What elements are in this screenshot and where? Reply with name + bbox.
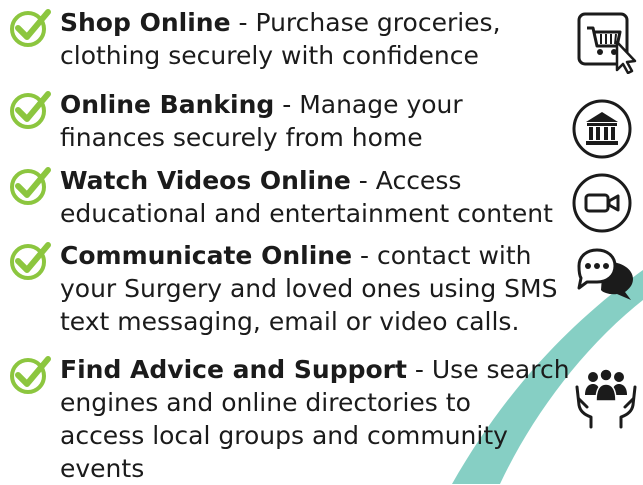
item-desc-line: Manage your (299, 90, 463, 119)
bank-icon (572, 99, 632, 159)
item-desc-line: clothing securely with confidence (60, 41, 479, 70)
check-icon (10, 91, 51, 129)
item-text: Shop Online - Purchase groceries, clothi… (60, 8, 501, 70)
chat-bubbles-icon (577, 248, 633, 300)
item-text: Watch Videos Online - Access educational… (60, 166, 553, 228)
item-title: Shop Online (60, 8, 231, 37)
item-text: Communicate Online - contact with your S… (60, 241, 558, 336)
check-icon (10, 242, 51, 280)
item-desc-line: educational and entertainment content (60, 199, 553, 228)
shopping-cart-icon (577, 12, 637, 74)
item-desc-line: Purchase groceries, (255, 8, 501, 37)
video-camera-icon (572, 173, 632, 233)
item-title: Communicate Online (60, 241, 353, 270)
item-desc-line: events (60, 454, 145, 483)
item-text: Find Advice and Support - Use search eng… (60, 355, 570, 483)
check-icon (10, 9, 51, 47)
item-desc-line: your Surgery and loved ones using SMS (60, 274, 558, 303)
item-desc-line: Use search (431, 355, 570, 384)
check-icon (10, 167, 51, 205)
item-desc-line: Access (375, 166, 462, 195)
item-desc-line: finances securely from home (60, 123, 423, 152)
item-title: Find Advice and Support (60, 355, 407, 384)
item-desc-line: text messaging, email or video calls. (60, 307, 520, 336)
item-desc-line: engines and online directories to (60, 388, 471, 417)
check-icon (10, 356, 51, 394)
item-title: Watch Videos Online (60, 166, 351, 195)
item-desc-line: access local groups and community (60, 421, 508, 450)
item-title: Online Banking (60, 90, 275, 119)
community-hands-icon (575, 368, 637, 429)
item-text: Online Banking - Manage your finances se… (60, 90, 463, 152)
item-desc-line: contact with (376, 241, 532, 270)
